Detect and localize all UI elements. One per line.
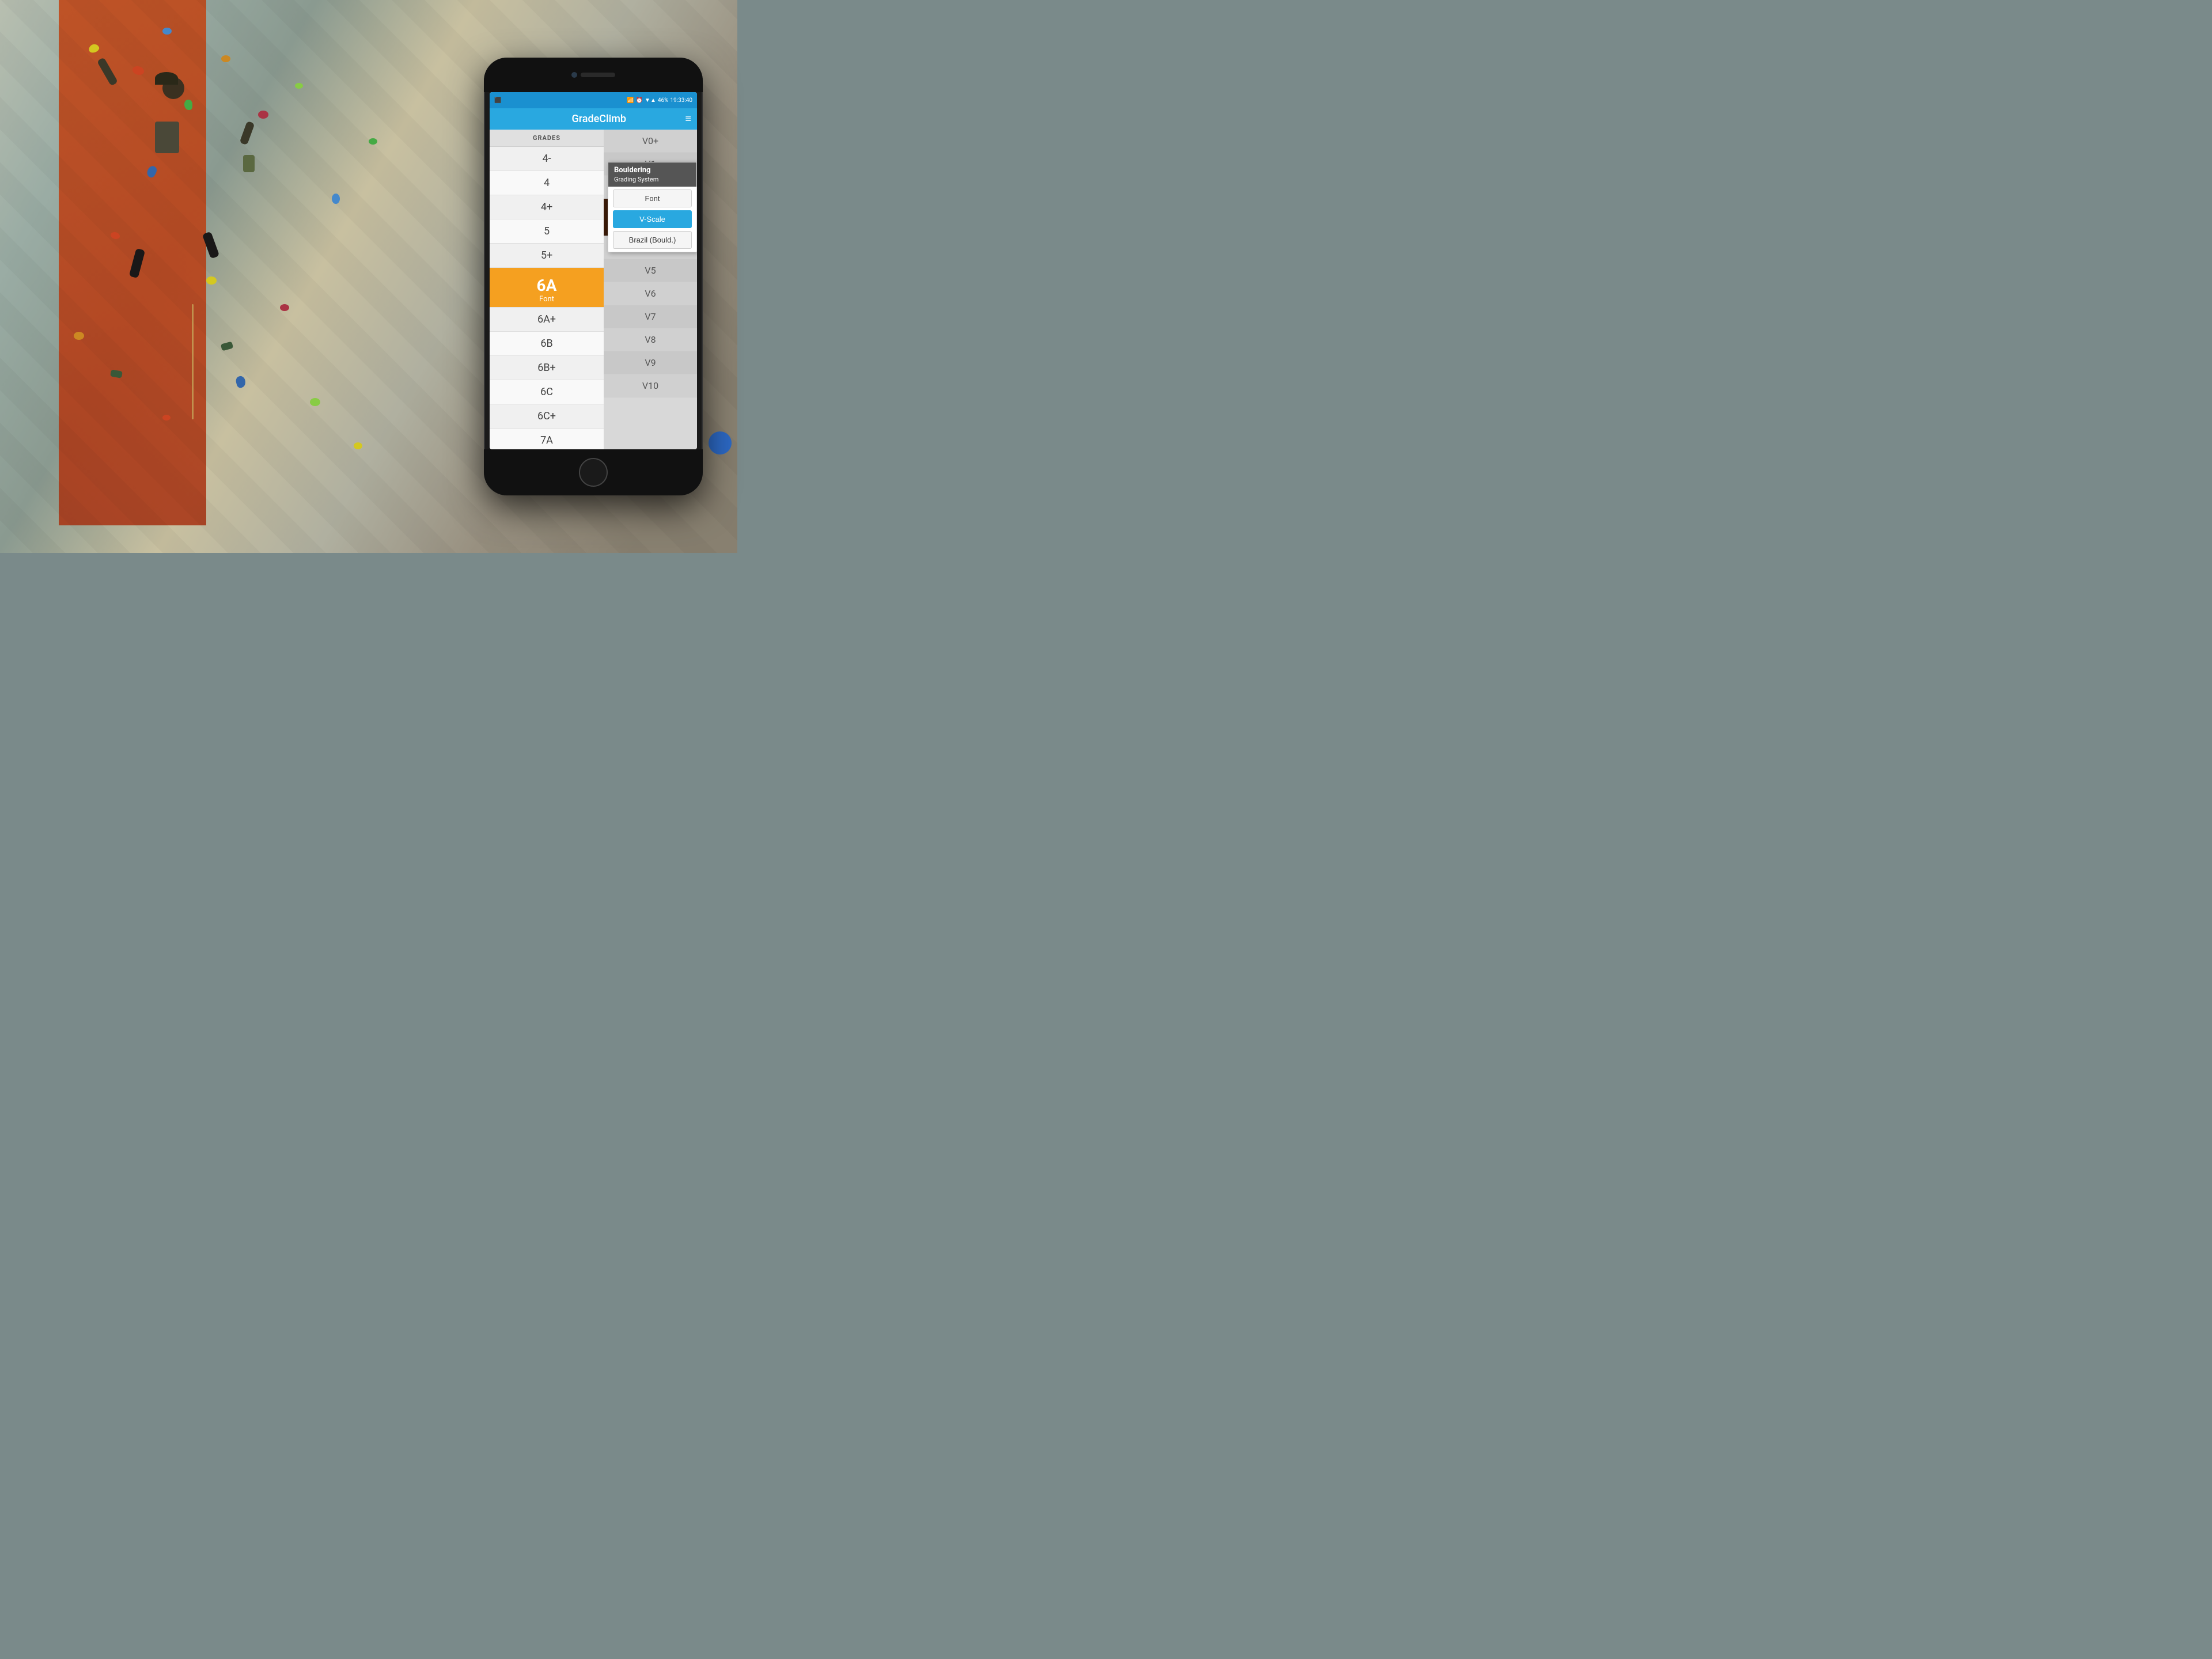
app-header: GradeClimb ≡ <box>490 108 697 130</box>
status-bar: ⬛ 📶 ⏰ ▼▲ 46% 19:33:40 <box>490 92 697 108</box>
grade-item[interactable]: 4+ <box>490 195 604 219</box>
alarm-icon: ⏰ <box>636 97 643 104</box>
grade-item-active[interactable]: 6A Font <box>490 268 604 308</box>
vscale-item[interactable]: V5 <box>604 259 697 282</box>
bluetooth-icon: 📶 <box>627 97 634 104</box>
vscale-item[interactable]: V10 <box>604 374 697 397</box>
grade-item[interactable]: 6C <box>490 380 604 404</box>
status-right-info: 📶 ⏰ ▼▲ 46% 19:33:40 <box>627 97 692 104</box>
home-button[interactable] <box>579 458 608 487</box>
grade-item[interactable]: 7A <box>490 429 604 449</box>
wifi-icon: ▼▲ <box>645 97 656 104</box>
battery-percent: 46% <box>658 97 669 104</box>
phone-bottom-bezel <box>484 449 703 495</box>
grades-column[interactable]: GRADES 4- 4 4+ 5 5+ 6A Font 6A+ 6B 6B+ 6… <box>490 130 604 449</box>
time-display: 19:33:40 <box>670 97 692 104</box>
grading-system-popup: Bouldering Grading System Font V-Scale B… <box>608 162 697 252</box>
grade-item[interactable]: 6B+ <box>490 356 604 380</box>
menu-icon[interactable]: ≡ <box>685 113 691 125</box>
phone-screen: ⬛ 📶 ⏰ ▼▲ 46% 19:33:40 GradeClimb ≡ <box>490 92 697 449</box>
vscale-item[interactable]: V6 <box>604 282 697 305</box>
app-icon-small: ⬛ <box>494 97 501 104</box>
grade-item[interactable]: 6C+ <box>490 404 604 429</box>
phone-device: ⬛ 📶 ⏰ ▼▲ 46% 19:33:40 GradeClimb ≡ <box>484 58 703 495</box>
font-system-button[interactable]: Font <box>613 190 692 207</box>
grade-item[interactable]: 5 <box>490 219 604 244</box>
popup-title: Bouldering <box>608 162 696 176</box>
brazil-system-button[interactable]: Brazil (Bould.) <box>613 231 692 249</box>
grade-item[interactable]: 6A+ <box>490 308 604 332</box>
grade-item[interactable]: 4- <box>490 147 604 171</box>
phone-top-bezel <box>484 58 703 92</box>
vscale-item[interactable]: V0+ <box>604 130 697 153</box>
grade-item[interactable]: 5+ <box>490 244 604 268</box>
phone-speaker <box>581 73 615 77</box>
vscale-system-button[interactable]: V-Scale <box>613 210 692 228</box>
content-area: GRADES 4- 4 4+ 5 5+ 6A Font 6A+ 6B 6B+ 6… <box>490 130 697 449</box>
vscale-item[interactable]: V9 <box>604 351 697 374</box>
grade-item[interactable]: 6B <box>490 332 604 356</box>
grades-column-header: GRADES <box>490 130 604 147</box>
grade-item[interactable]: 4 <box>490 171 604 195</box>
vscale-item[interactable]: V7 <box>604 305 697 328</box>
status-left-icons: ⬛ <box>494 97 501 104</box>
front-camera <box>571 72 577 78</box>
grade-sublabel: Font <box>490 295 604 304</box>
vscale-item[interactable]: V8 <box>604 328 697 351</box>
app-title: GradeClimb <box>513 113 685 125</box>
popup-subtitle: Grading System <box>608 176 696 187</box>
